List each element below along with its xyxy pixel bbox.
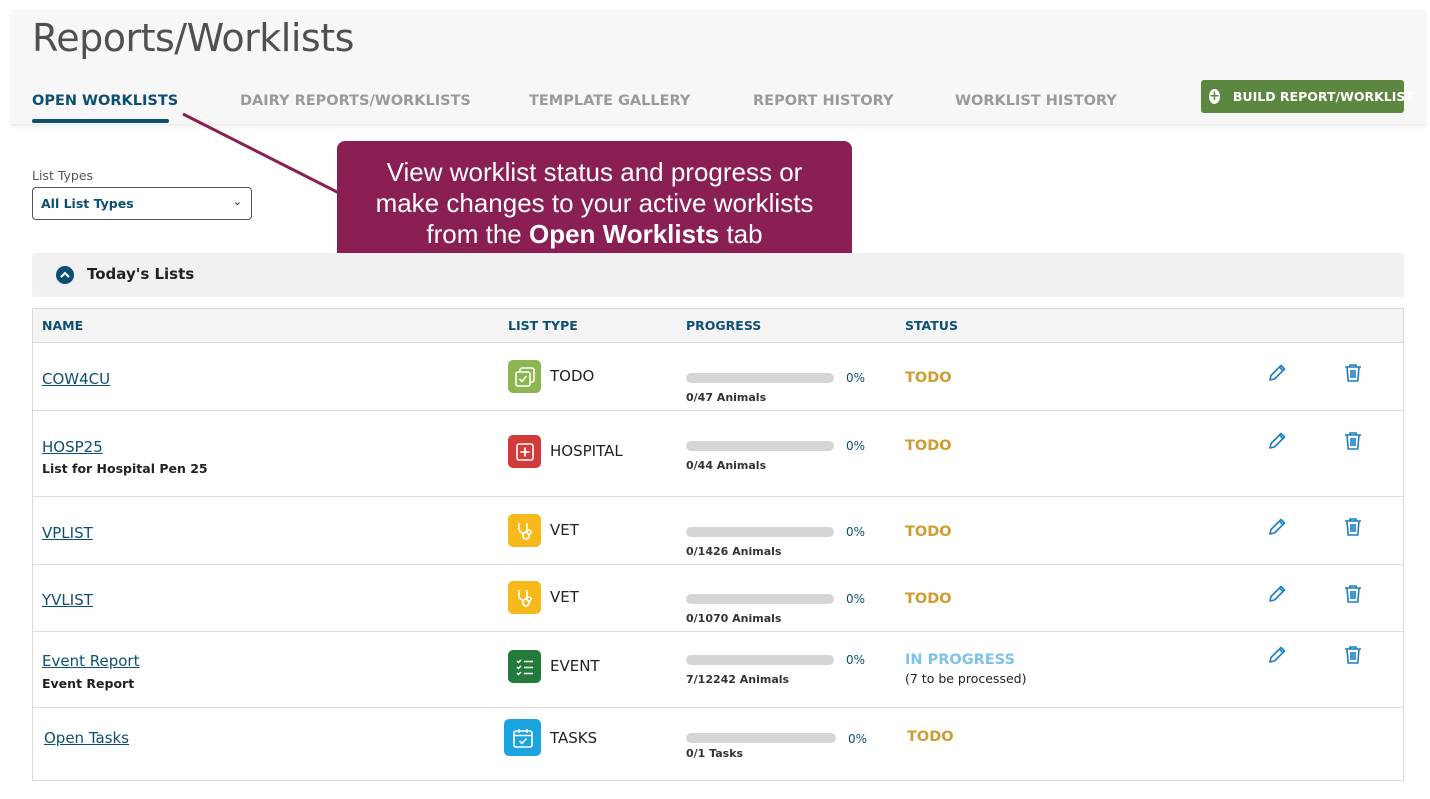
- progress-bar: [686, 655, 834, 665]
- status-badge: TODO: [905, 438, 952, 454]
- worklist-subtitle: Event Report: [42, 676, 135, 691]
- todays-lists-section: [32, 253, 1404, 297]
- trash-icon[interactable]: [1342, 430, 1364, 452]
- progress-percent: 0%: [846, 371, 866, 385]
- callout-line-3-post: tab: [719, 219, 763, 249]
- list-type-label: VET: [550, 521, 579, 539]
- pencil-icon[interactable]: [1266, 516, 1288, 538]
- progress-count: 0/44 Animals: [686, 459, 767, 472]
- progress-count: 7/12242 Animals: [686, 673, 790, 686]
- list-type-label: HOSPITAL: [550, 442, 623, 460]
- callout-line-3: from the Open Worklists tab: [337, 219, 852, 250]
- trash-icon[interactable]: [1342, 516, 1364, 538]
- progress-count: 0/1070 Animals: [686, 612, 782, 625]
- column-header-status[interactable]: STATUS: [905, 318, 958, 333]
- worklist-name-link[interactable]: Open Tasks: [44, 729, 129, 747]
- pencil-icon[interactable]: [1266, 644, 1288, 666]
- checklist-icon: [508, 650, 541, 683]
- progress-bar: [686, 733, 836, 743]
- list-type-label: TODO: [550, 367, 595, 385]
- worklist-subtitle: List for Hospital Pen 25: [42, 461, 208, 476]
- list-type-label: VET: [550, 588, 579, 606]
- progress-percent: 0%: [846, 439, 866, 453]
- hospital-icon: [508, 435, 541, 468]
- chevron-up-icon[interactable]: [56, 266, 74, 284]
- tutorial-callout: View worklist status and progress or mak…: [337, 141, 852, 264]
- progress-count: 0/47 Animals: [686, 391, 767, 404]
- list-type-label: TASKS: [550, 729, 598, 747]
- status-badge: TODO: [905, 524, 952, 540]
- pencil-icon[interactable]: [1266, 430, 1288, 452]
- column-header-list-type[interactable]: LIST TYPE: [508, 318, 578, 333]
- column-header-name[interactable]: NAME: [42, 318, 83, 333]
- status-badge: TODO: [907, 729, 954, 745]
- status-badge: IN PROGRESS: [905, 652, 1015, 668]
- row-divider: [33, 707, 1403, 708]
- progress-bar: [686, 594, 834, 604]
- pencil-icon[interactable]: [1266, 583, 1288, 605]
- progress-count: 0/1426 Animals: [686, 545, 782, 558]
- todo-icon: [508, 360, 541, 393]
- row-divider: [33, 410, 1403, 411]
- column-header-progress[interactable]: PROGRESS: [686, 318, 761, 333]
- section-title: Today's Lists: [87, 265, 195, 283]
- status-badge: TODO: [905, 370, 952, 386]
- progress-count: 0/1 Tasks: [686, 747, 744, 760]
- callout-line-1: View worklist status and progress or: [386, 157, 803, 187]
- progress-percent: 0%: [846, 653, 866, 667]
- progress-bar: [686, 527, 834, 537]
- trash-icon[interactable]: [1342, 644, 1364, 666]
- progress-percent: 0%: [846, 525, 866, 539]
- row-divider: [33, 564, 1403, 565]
- worklist-name-link[interactable]: COW4CU: [42, 370, 110, 388]
- pencil-icon[interactable]: [1266, 362, 1288, 384]
- worklist-name-link[interactable]: HOSP25: [42, 438, 103, 456]
- trash-icon[interactable]: [1342, 583, 1364, 605]
- worklist-name-link[interactable]: VPLIST: [42, 524, 93, 542]
- list-type-label: EVENT: [550, 657, 600, 675]
- progress-percent: 0%: [848, 732, 868, 746]
- progress-bar: [686, 373, 834, 383]
- status-note: (7 to be processed): [905, 671, 1027, 686]
- row-divider: [33, 496, 1403, 497]
- progress-bar: [686, 441, 834, 451]
- callout-line-3-pre: from the: [426, 219, 529, 249]
- stethoscope-icon: [508, 581, 541, 614]
- progress-percent: 0%: [846, 592, 866, 606]
- callout-line-3-bold: Open Worklists: [528, 219, 720, 249]
- callout-line-2: make changes to your active worklists: [375, 188, 814, 218]
- trash-icon[interactable]: [1342, 362, 1364, 384]
- worklist-name-link[interactable]: Event Report: [42, 652, 139, 670]
- worklist-name-link[interactable]: YVLIST: [42, 591, 93, 609]
- row-divider: [33, 631, 1403, 632]
- stethoscope-icon: [508, 514, 541, 547]
- calendar-check-icon: [504, 719, 541, 756]
- status-badge: TODO: [905, 591, 952, 607]
